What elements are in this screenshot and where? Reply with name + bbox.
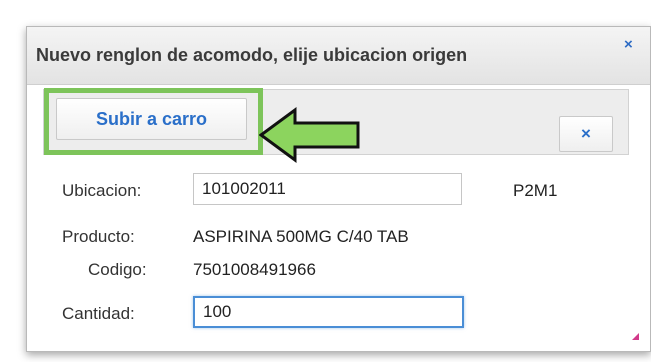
cantidad-input[interactable]: [193, 296, 464, 328]
dialog-titlebar[interactable]: Nuevo renglon de acomodo, elije ubicacio…: [27, 27, 650, 85]
producto-value: ASPIRINA 500MG C/40 TAB: [193, 227, 409, 246]
codigo-label: Codigo:: [88, 260, 147, 279]
producto-label: Producto:: [62, 227, 135, 246]
resize-grip[interactable]: [632, 333, 639, 340]
green-arrow-left-icon: [259, 107, 360, 163]
location-code: P2M1: [513, 181, 558, 200]
toolbar-close-button[interactable]: ×: [559, 116, 613, 152]
cantidad-label: Cantidad:: [62, 304, 135, 323]
codigo-value: 7501008491966: [193, 260, 316, 279]
close-icon[interactable]: ×: [624, 37, 633, 52]
ubicacion-label: Ubicacion:: [62, 181, 142, 200]
dialog-title: Nuevo renglon de acomodo, elije ubicacio…: [36, 45, 468, 65]
highlight-box: [44, 88, 263, 155]
ubicacion-input[interactable]: [193, 173, 462, 205]
dialog: Nuevo renglon de acomodo, elije ubicacio…: [26, 26, 651, 352]
